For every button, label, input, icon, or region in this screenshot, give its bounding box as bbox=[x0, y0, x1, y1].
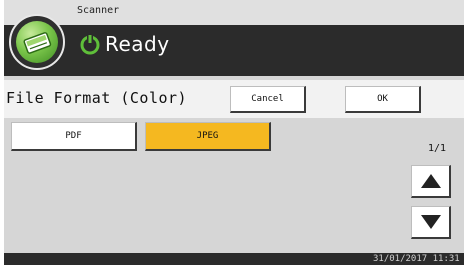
page-indicator: 1/1 bbox=[428, 143, 447, 154]
app-name: Scanner bbox=[77, 5, 120, 16]
cancel-button[interactable]: Cancel bbox=[230, 86, 306, 113]
footer-bar: 31/01/2017 11:31 bbox=[4, 253, 464, 265]
datetime: 31/01/2017 11:31 bbox=[373, 254, 460, 264]
scanner-app-icon[interactable] bbox=[9, 14, 65, 70]
header-top-bar: Scanner bbox=[4, 0, 464, 25]
arrow-up-icon bbox=[420, 174, 441, 188]
status-text: Ready bbox=[105, 32, 170, 56]
header: Scanner Ready bbox=[4, 0, 464, 76]
machine-status: Ready bbox=[78, 29, 170, 59]
arrow-down-icon bbox=[420, 215, 441, 229]
scanner-screen: Scanner Ready File Format (Color) Cancel… bbox=[4, 0, 464, 265]
format-option-pdf[interactable]: PDF bbox=[11, 122, 137, 151]
dialog-title: File Format (Color) bbox=[6, 89, 188, 107]
scroll-down-button[interactable] bbox=[411, 206, 451, 239]
format-option-jpeg[interactable]: JPEG bbox=[145, 122, 271, 151]
scanner-icon bbox=[16, 21, 58, 63]
scroll-up-button[interactable] bbox=[411, 165, 451, 198]
power-status-icon bbox=[80, 34, 100, 55]
ok-button[interactable]: OK bbox=[345, 86, 421, 113]
